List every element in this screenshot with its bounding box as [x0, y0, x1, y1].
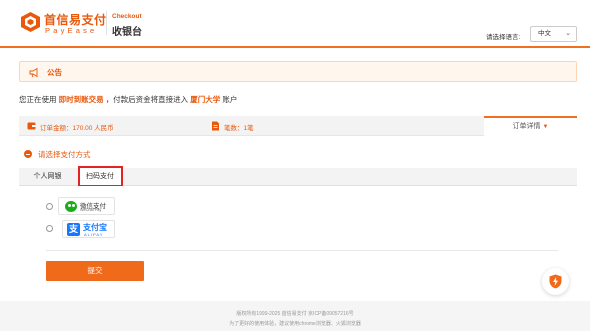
- wechat-pay-subtitle: WeChat Pay: [80, 208, 102, 212]
- merchant-name: 厦门大学: [190, 95, 221, 104]
- language-select-value: 中文: [538, 30, 551, 37]
- checkout-label: 收银台: [112, 27, 142, 38]
- active-tab-highlight: [78, 166, 123, 187]
- megaphone-icon: [29, 67, 38, 78]
- wechat-pay-radio[interactable]: [46, 203, 53, 210]
- wallet-icon: [27, 122, 36, 130]
- announcement-label: 公告: [47, 68, 62, 77]
- tab-personal-banking[interactable]: 个人网银: [19, 168, 76, 186]
- wechat-pay-logo-icon: [65, 201, 77, 212]
- payease-logo-icon: [21, 12, 40, 32]
- language-label: 请选择语言:: [486, 34, 521, 41]
- announcement-bar: 公告: [19, 61, 577, 82]
- brand-divider: [106, 11, 107, 35]
- intro-prefix: 您正在使用: [19, 95, 57, 104]
- alipay-logo-icon: 支: [67, 223, 80, 236]
- order-summary-bar: 订单金额：170.00 人民币 笔数：1笔 订单详情 ▼: [19, 116, 577, 136]
- checkout-label-en: Checkout: [112, 13, 142, 20]
- divider: [46, 250, 558, 251]
- footer-browser-hint: 为了更好的使用体验，建议使用chrome浏览器、火狐浏览器: [229, 321, 361, 327]
- footer-copyright: 版权所有1999-2025 首信易支付 京ICP备09057216号: [236, 311, 354, 317]
- submit-button[interactable]: 提交: [46, 261, 144, 281]
- transaction-mode: 即时到账交易: [58, 95, 104, 104]
- footer: 版权所有1999-2025 首信易支付 京ICP备09057216号 为了更好的…: [0, 301, 590, 331]
- wechat-pay-option[interactable]: 微信支付 WeChat Pay: [58, 197, 115, 215]
- order-detail-label: 订单详情: [512, 123, 541, 130]
- caret-down-icon: ▼: [542, 124, 549, 130]
- language-select[interactable]: 中文 ⌄: [530, 26, 577, 42]
- brand-name-en: PayEase: [45, 26, 98, 35]
- minus-circle-icon: [24, 150, 32, 158]
- payment-method-title: 请选择支付方式: [24, 149, 91, 160]
- shield-bolt-icon: [549, 274, 562, 289]
- order-detail-toggle[interactable]: 订单详情 ▼: [484, 116, 577, 136]
- document-icon: [212, 121, 219, 131]
- chevron-down-icon: ⌄: [565, 30, 571, 37]
- header: 首信易支付 PayEase Checkout 收银台 请选择语言: 中文 ⌄: [0, 0, 590, 46]
- transaction-intro: 您正在使用 即时到账交易 ，付款后资金将直接进入 厦门大学 账户: [19, 94, 237, 105]
- payment-method-label: 请选择支付方式: [38, 150, 91, 159]
- header-accent-line: [0, 46, 590, 48]
- floating-help-button[interactable]: [542, 268, 569, 295]
- alipay-option[interactable]: 支 支付宝 ALIPAY: [62, 220, 115, 238]
- alipay-subtitle: ALIPAY: [84, 232, 104, 237]
- intro-middle: ，付款后资金将直接进入: [105, 95, 189, 104]
- payment-options-panel: 微信支付 WeChat Pay 支 支付宝 ALIPAY 提交: [19, 186, 577, 301]
- alipay-radio[interactable]: [46, 225, 53, 232]
- order-amount: 订单金额：170.00 人民币: [40, 125, 114, 132]
- order-count: 笔数：1笔: [224, 125, 254, 132]
- intro-suffix: 账户: [222, 95, 238, 104]
